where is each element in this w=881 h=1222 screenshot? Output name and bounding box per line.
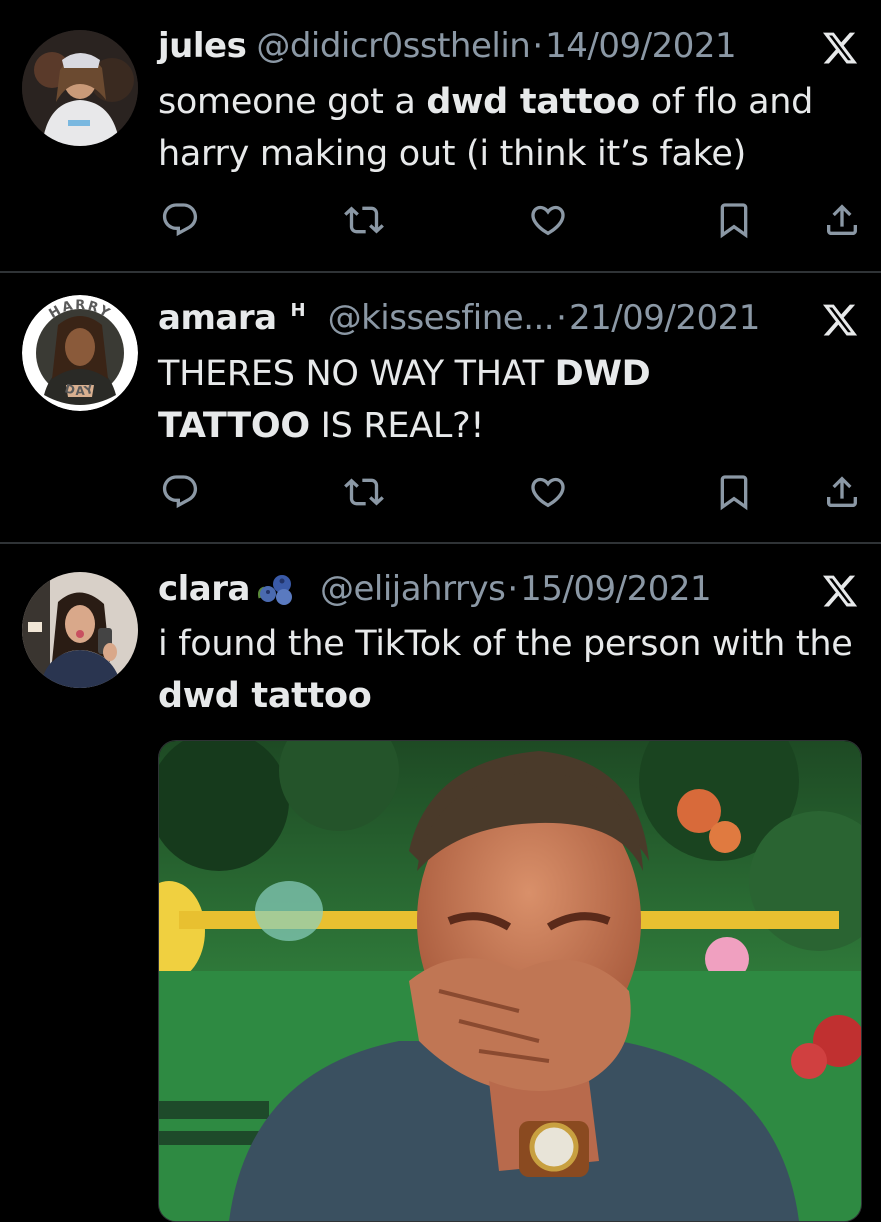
retweet-icon: [344, 478, 384, 506]
heart-icon: [531, 205, 565, 236]
reply-button[interactable]: [158, 198, 202, 242]
handle[interactable]: @elijahrrys: [320, 569, 506, 609]
x-logo-icon: [822, 304, 858, 336]
bookmark-icon: [720, 475, 748, 511]
handle[interactable]: @kissesfine...: [328, 298, 555, 338]
tweet-media-image[interactable]: [158, 740, 862, 1222]
share-button[interactable]: [820, 198, 864, 242]
tweet-date[interactable]: 14/09/2021: [545, 26, 736, 66]
share-icon: [827, 204, 857, 235]
tweet-header: clara @elijahrrys · 15/09/2021: [158, 569, 712, 609]
avatar[interactable]: [22, 30, 138, 146]
tweet-text: THERES NO WAY THAT DWD TATTOO IS REAL?!: [158, 354, 651, 446]
tweet-header: amara H @kissesfine... · 21/09/2021: [158, 298, 760, 338]
display-name[interactable]: clara: [158, 569, 250, 609]
tweet-header: jules @didicr0ssthelin · 14/09/2021: [158, 26, 737, 66]
display-name[interactable]: jules: [158, 26, 247, 66]
x-logo-icon: [822, 575, 858, 607]
separator: ·: [556, 298, 567, 338]
name-badge: H: [290, 299, 306, 321]
separator: ·: [507, 569, 519, 609]
tweet-date[interactable]: 21/09/2021: [569, 298, 760, 338]
avatar[interactable]: [22, 572, 138, 688]
retweet-button[interactable]: [342, 198, 386, 242]
bookmark-button[interactable]: [712, 470, 756, 514]
x-logo-icon: [822, 32, 858, 64]
reply-button[interactable]: [158, 470, 202, 514]
display-name[interactable]: amara: [158, 298, 277, 338]
tweet-actions: [158, 198, 863, 242]
tweet-text: i found the TikTok of the person with th…: [158, 624, 853, 716]
like-button[interactable]: [526, 470, 570, 514]
tweet[interactable]: HARRY DAY amara H @kissesfine... · 21/09…: [0, 273, 881, 543]
retweet-icon: [344, 206, 384, 234]
reply-icon: [162, 203, 198, 237]
share-icon: [827, 476, 857, 507]
tweet[interactable]: jules @didicr0ssthelin · 14/09/2021 some…: [0, 0, 881, 272]
like-button[interactable]: [526, 198, 570, 242]
tweet-date[interactable]: 15/09/2021: [520, 569, 711, 609]
tweet-text: someone got a dwd tattoo of flo and harr…: [158, 82, 814, 174]
avatar[interactable]: HARRY DAY: [22, 295, 138, 411]
separator: ·: [532, 26, 544, 66]
share-button[interactable]: [820, 470, 864, 514]
heart-icon: [531, 477, 565, 508]
bookmark-button[interactable]: [712, 198, 756, 242]
handle[interactable]: @didicr0ssthelin: [256, 26, 531, 66]
reply-icon: [162, 475, 198, 509]
blueberries-emoji-icon: [257, 575, 292, 605]
tweet-actions: [158, 470, 863, 514]
bookmark-icon: [720, 203, 748, 239]
retweet-button[interactable]: [342, 470, 386, 514]
